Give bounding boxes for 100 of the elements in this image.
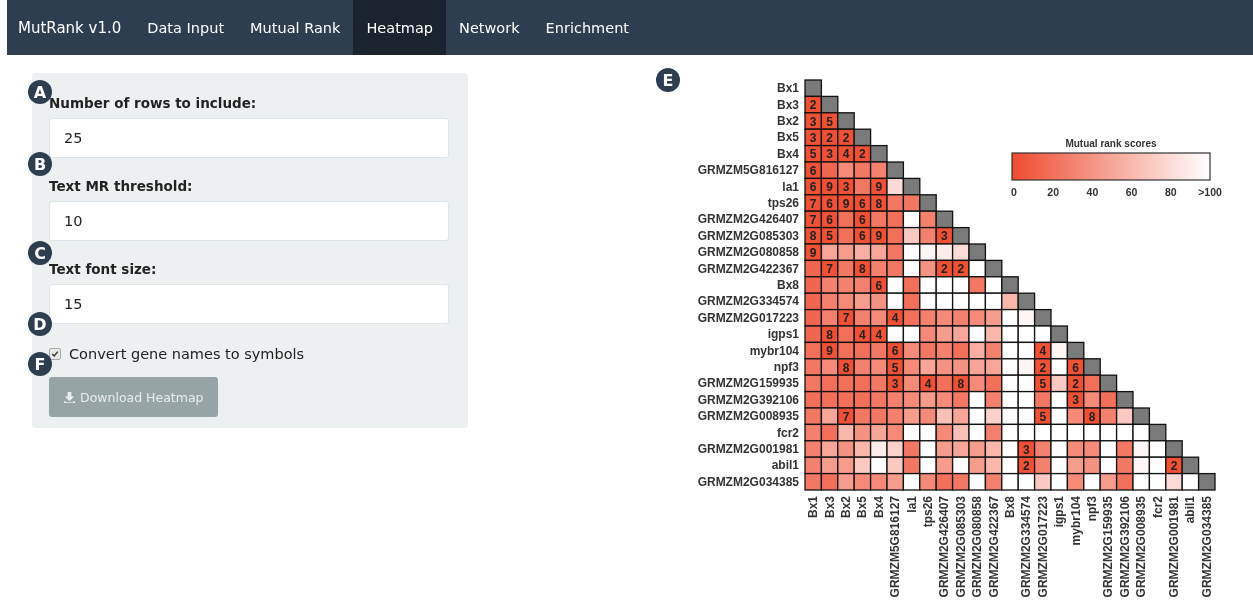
diagonal-cell bbox=[1001, 276, 1019, 294]
cell-value: 2 bbox=[957, 262, 965, 277]
gene-label: GRMZM2G017223 bbox=[1035, 496, 1050, 598]
gene-label: GRMZM2G008935 bbox=[1134, 496, 1149, 598]
cell-value: 9 bbox=[875, 229, 883, 244]
gene-label: GRMZM2G392106 bbox=[697, 392, 799, 407]
cell-value: 8 bbox=[842, 360, 850, 375]
nav-tab[interactable]: Enrichment bbox=[532, 0, 642, 55]
cell-value: 8 bbox=[826, 327, 833, 342]
cell-value: 7 bbox=[826, 262, 833, 277]
cell-value: 9 bbox=[809, 245, 817, 260]
gene-label: Bx2 bbox=[777, 114, 799, 128]
gene-label: tps26 bbox=[921, 496, 935, 528]
cell-value: 2 bbox=[1039, 360, 1047, 375]
nav-tab[interactable]: Mutual Rank bbox=[237, 0, 354, 55]
cell-value: 3 bbox=[891, 376, 899, 391]
gene-label: GRMZM2G159935 bbox=[1101, 496, 1116, 598]
cell-value: 6 bbox=[891, 344, 899, 359]
cell-value: 9 bbox=[875, 180, 883, 195]
diagonal-cell bbox=[837, 112, 855, 130]
cell-value: 3 bbox=[1072, 393, 1079, 408]
scale-tick-label: 40 bbox=[1086, 186, 1099, 198]
input-field[interactable]: 15 bbox=[49, 284, 449, 324]
diagonal-cell bbox=[1197, 472, 1216, 491]
gene-label: GRMZM2G085303 bbox=[697, 228, 799, 243]
cell-value: 9 bbox=[842, 196, 850, 211]
gene-label: Bx3 bbox=[777, 97, 799, 112]
gene-label: Bx1 bbox=[806, 496, 821, 518]
gene-label: tps26 bbox=[767, 196, 799, 210]
cell-value: 3 bbox=[1023, 442, 1030, 457]
cell-value: 3 bbox=[941, 229, 948, 244]
app-brand[interactable]: MutRank v1.0 bbox=[7, 0, 135, 55]
cell-value: 6 bbox=[875, 278, 883, 293]
input-field[interactable]: 10 bbox=[49, 201, 449, 241]
cell-value: 2 bbox=[809, 98, 817, 113]
cell-value: 8 bbox=[859, 262, 866, 277]
cell-value: 2 bbox=[1170, 458, 1178, 473]
gene-label: npf3 bbox=[1085, 496, 1099, 522]
gene-label: Bx4 bbox=[871, 496, 886, 518]
cell-value: 7 bbox=[809, 212, 817, 227]
nav-tab[interactable]: Heatmap bbox=[353, 0, 447, 55]
diagonal-cell bbox=[902, 177, 921, 196]
cell-value: 6 bbox=[859, 196, 866, 211]
diagonal-cell bbox=[935, 210, 954, 229]
gene-label: GRMZM2G159935 bbox=[697, 376, 799, 391]
gene-label: fcr2 bbox=[1150, 496, 1165, 518]
gene-label: GRMZM2G422367 bbox=[697, 261, 799, 276]
gene-label: Bx3 bbox=[822, 496, 837, 518]
gene-label: GRMZM2G426407 bbox=[697, 212, 799, 227]
cell-value: 4 bbox=[842, 147, 850, 162]
diagonal-cell bbox=[804, 79, 823, 98]
cell-value: 3 bbox=[842, 180, 850, 195]
step-badge: B bbox=[28, 152, 52, 176]
cell-value: 2 bbox=[859, 147, 866, 162]
gene-label: GRMZM2G334574 bbox=[1019, 496, 1034, 598]
diagonal-cell bbox=[1083, 358, 1101, 376]
gene-label: igps1 bbox=[1052, 496, 1067, 528]
diagonal-cell bbox=[1017, 292, 1036, 311]
gene-label: npf3 bbox=[773, 360, 799, 374]
checkbox[interactable] bbox=[49, 348, 61, 360]
field-label: Text font size: bbox=[49, 261, 158, 277]
cell-value: 3 bbox=[809, 130, 817, 145]
gene-label: Bx8 bbox=[777, 278, 799, 292]
gene-label: GRMZM2G017223 bbox=[697, 310, 799, 325]
step-badge: E bbox=[656, 68, 680, 92]
cell-value: 2 bbox=[1023, 458, 1030, 473]
nav-tab[interactable]: Network bbox=[446, 0, 533, 55]
scale-tick-label: >100 bbox=[1198, 186, 1222, 198]
field-label: Text MR threshold: bbox=[49, 178, 194, 194]
gene-label: GRMZM2G426407 bbox=[937, 496, 952, 598]
diagonal-cell bbox=[984, 259, 1003, 278]
download-icon bbox=[63, 390, 76, 404]
input-field[interactable]: 25 bbox=[49, 118, 449, 158]
gene-label: Bx4 bbox=[777, 146, 799, 161]
gene-label: mybr104 bbox=[1068, 496, 1083, 546]
cell-value: 2 bbox=[826, 130, 833, 145]
cell-value: 2 bbox=[1072, 376, 1079, 391]
cell-value: 5 bbox=[891, 360, 899, 375]
cell-value: 2 bbox=[842, 130, 850, 145]
gene-label: GRMZM2G034385 bbox=[697, 474, 799, 489]
cell-value: 5 bbox=[809, 147, 817, 162]
gene-label: GRMZM5G816127 bbox=[697, 163, 799, 178]
diagonal-cell bbox=[1148, 423, 1167, 442]
step-badge: D bbox=[28, 312, 52, 336]
checkbox-label: Convert gene names to symbols bbox=[69, 346, 305, 362]
diagonal-cell bbox=[919, 194, 937, 212]
step-badge: C bbox=[28, 241, 52, 265]
cell-value: 4 bbox=[859, 327, 866, 342]
cell-value: 6 bbox=[809, 163, 817, 178]
gene-label: mybr104 bbox=[749, 343, 799, 358]
cell-value: 6 bbox=[826, 212, 833, 227]
cell-value: 6 bbox=[859, 212, 866, 227]
cell-value: 5 bbox=[826, 229, 833, 244]
gene-label: GRMZM2G085303 bbox=[953, 496, 968, 598]
gene-label: GRMZM2G001981 bbox=[1167, 496, 1181, 598]
gene-label: Bx1 bbox=[777, 81, 799, 96]
scale-tick-label: 0 bbox=[1011, 186, 1017, 198]
gene-label: Bx5 bbox=[777, 130, 799, 145]
nav-tab[interactable]: Data Input bbox=[134, 0, 238, 55]
cell-value: 6 bbox=[859, 229, 866, 244]
